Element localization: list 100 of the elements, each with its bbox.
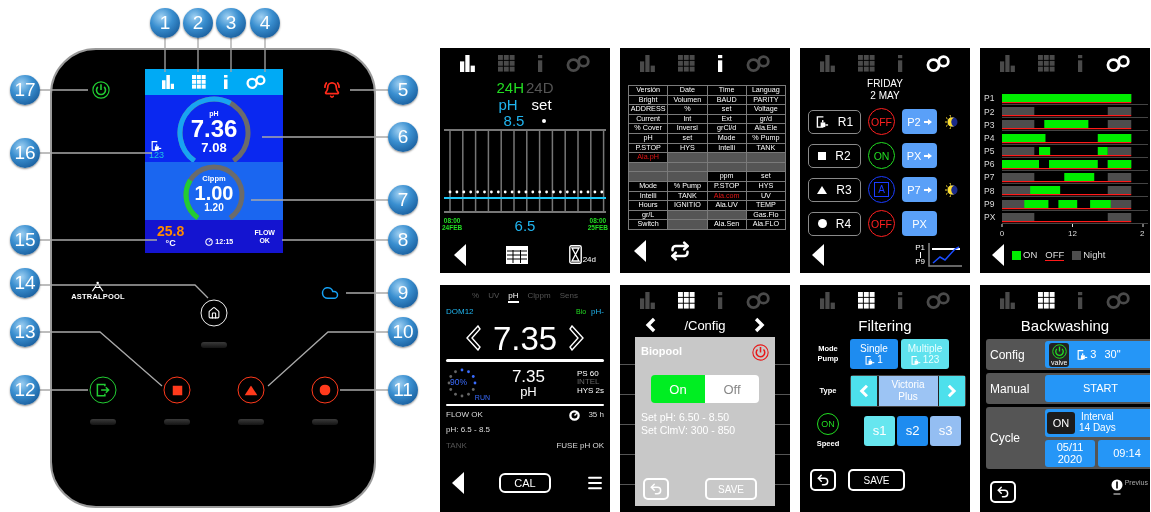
mode-indicator[interactable]: A: [868, 176, 895, 203]
save-button[interactable]: SAVE: [848, 469, 905, 492]
date-label: 2 MAY: [870, 90, 900, 102]
pump-mode-button[interactable]: Single 1: [850, 339, 898, 369]
parameter-tab[interactable]: Sens: [559, 291, 578, 303]
screen-title: Backwashing: [1020, 317, 1110, 333]
toggle-option[interactable]: On: [651, 375, 705, 403]
undo-icon: [816, 473, 830, 488]
graph-icon[interactable]: [928, 243, 962, 267]
back-button[interactable]: [990, 481, 1016, 503]
relay-button[interactable]: R3: [808, 177, 861, 202]
power-icon: [1051, 343, 1067, 359]
parameter-tab[interactable]: %: [472, 291, 480, 303]
toggle-option[interactable]: Off: [705, 375, 759, 403]
set-label: set: [531, 97, 552, 112]
date-button[interactable]: 05/11 2020: [1045, 439, 1095, 467]
callout-number: 8: [388, 225, 418, 255]
callout-number: 4: [250, 8, 280, 38]
cycle-toggle[interactable]: ON: [1047, 411, 1075, 434]
callout-number: 10: [388, 317, 418, 347]
grid-icon[interactable]: [677, 291, 695, 309]
row-label: P4: [984, 133, 996, 143]
row-label: P3: [984, 120, 996, 130]
callout-number: 7: [388, 185, 418, 215]
start-button[interactable]: START: [1045, 375, 1150, 402]
back-arrow-icon[interactable]: [634, 240, 646, 263]
sun-moon-icon: [944, 114, 958, 129]
pump-icon: [910, 354, 921, 365]
max-value: 8.5: [503, 113, 525, 128]
auto-label: A: [874, 182, 889, 197]
grid-icon[interactable]: [857, 291, 875, 309]
program-button[interactable]: PX: [902, 143, 937, 168]
callout-number: 1: [150, 8, 180, 38]
loop-icon[interactable]: [925, 54, 951, 72]
legend-label: ON: [1023, 250, 1038, 261]
hours-label: 35 h: [588, 411, 604, 420]
pump-icon: [865, 354, 876, 365]
row-label: P2: [984, 107, 996, 117]
table-icon[interactable]: [505, 244, 530, 265]
range-tab[interactable]: 24H: [496, 79, 524, 95]
row-label: P9: [984, 199, 996, 209]
bar-chart-icon[interactable]: [459, 54, 475, 72]
relay-button[interactable]: R4: [808, 211, 861, 236]
parameter-tab[interactable]: pH: [508, 291, 519, 303]
back-arrow-icon[interactable]: [452, 472, 464, 494]
back-arrow-icon[interactable]: [992, 244, 1004, 267]
menu-icon[interactable]: [586, 474, 604, 492]
led-bar: [201, 342, 227, 348]
right-chevron-icon[interactable]: [753, 317, 765, 333]
relay-button[interactable]: R1: [808, 109, 861, 134]
clock-icon: [205, 237, 214, 246]
row-label: PX: [984, 213, 997, 222]
power-icon: [92, 81, 110, 99]
parameter-tab[interactable]: UV: [488, 291, 500, 303]
legend-label: Night: [1083, 250, 1106, 261]
ph-value: 7.35: [511, 367, 545, 385]
gauge-icon: [569, 410, 581, 421]
back-arrow-icon[interactable]: [454, 243, 466, 266]
left-chevron-icon[interactable]: [464, 325, 481, 351]
repeat-icon[interactable]: [670, 241, 690, 262]
time-button[interactable]: 09:14: [1098, 439, 1150, 467]
led-bar: [238, 419, 264, 425]
hourglass-icon[interactable]: [568, 245, 582, 264]
next-button[interactable]: [939, 376, 965, 406]
callout-number: 11: [388, 375, 418, 405]
home-icon: [207, 306, 221, 320]
cloud-icon: [321, 284, 339, 302]
gauge-setpoint: 7.08: [201, 140, 227, 154]
right-chevron-icon[interactable]: [569, 325, 586, 351]
range-tab[interactable]: 24D: [526, 79, 554, 95]
loop-icon[interactable]: [1105, 54, 1131, 72]
logo-icon: [91, 281, 105, 292]
callout-number: 6: [388, 122, 418, 152]
fuse-status: FUSE pH OK: [556, 441, 604, 451]
program-button[interactable]: P7: [902, 177, 937, 202]
info-icon[interactable]: [718, 54, 723, 72]
info-icon[interactable]: [1110, 479, 1123, 495]
circle-icon: [319, 384, 331, 396]
reading-value: 7.35: [492, 321, 558, 355]
cal-button[interactable]: CAL: [499, 473, 551, 493]
row-label: P7: [984, 173, 996, 182]
callout-number: 3: [216, 8, 246, 38]
previous-button[interactable]: [851, 376, 877, 406]
callout-number: 15: [10, 225, 40, 255]
grid-icon[interactable]: [1037, 291, 1055, 309]
pump-icon: [151, 139, 162, 151]
row-label: Config: [989, 346, 1026, 364]
interval-label: Interval 14 Days: [1079, 412, 1116, 434]
relay-button[interactable]: R2: [808, 143, 861, 168]
back-arrow-icon[interactable]: [812, 244, 824, 266]
left-chevron-icon[interactable]: [645, 317, 657, 333]
status-indicator: HYS 2s: [576, 386, 604, 396]
program-button[interactable]: P2: [902, 109, 937, 134]
parameter-tab[interactable]: Clppm: [527, 291, 551, 303]
back-button[interactable]: [810, 469, 836, 492]
leader-line: [164, 37, 166, 73]
led-bar: [164, 419, 190, 425]
program-button[interactable]: PX: [902, 211, 937, 236]
speed-button[interactable]: s2: [897, 415, 928, 446]
row-label: P8: [984, 186, 996, 196]
